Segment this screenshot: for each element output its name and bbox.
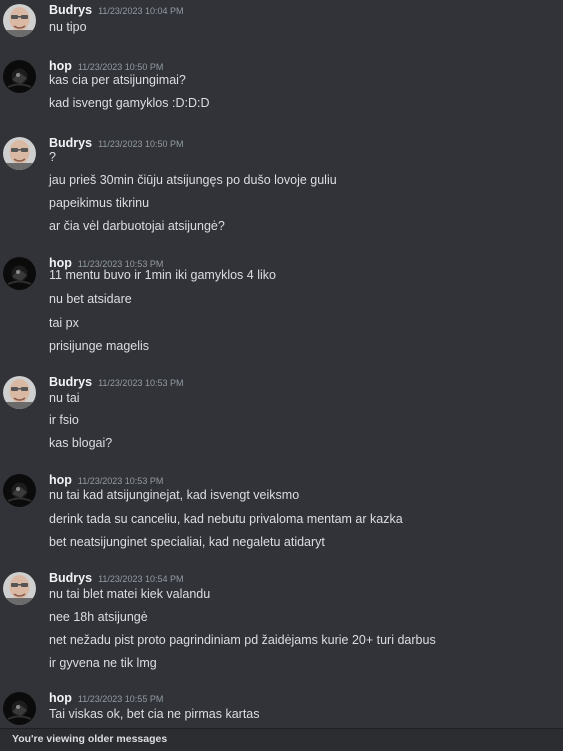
message-header: hop 11/23/2023 10:55 PM [49,689,163,707]
older-messages-text: You're viewing older messages [12,733,168,745]
message-text: nu bet atsidare [49,292,132,306]
message-header: hop 11/23/2023 10:53 PM [49,471,163,489]
message-text: ir fsio [49,413,79,427]
message-timestamp: 11/23/2023 10:54 PM [98,574,184,584]
message-text: derink tada su canceliu, kad nebutu priv… [49,512,403,526]
message-text: papeikimus tikrinu [49,196,150,210]
message-text: prisijunge magelis [49,339,150,353]
message-header: Budrys 11/23/2023 10:04 PM [49,1,183,19]
message-timestamp: 11/23/2023 10:50 PM [77,62,164,72]
hop-avatar[interactable] [3,257,36,290]
budrys-avatar[interactable] [3,376,36,409]
message-header: Budrys 11/23/2023 10:50 PM [49,134,183,152]
message-text: ? [49,150,56,164]
author-name[interactable]: Budrys [49,375,92,389]
hop-avatar[interactable] [3,692,36,725]
message-timestamp: 11/23/2023 10:04 PM [98,6,184,16]
message-text: ir gyvena ne tik lmg [49,656,157,670]
author-name[interactable]: Budrys [49,136,92,150]
author-name[interactable]: hop [49,691,72,705]
message-text: nu tipo [49,20,87,34]
author-name[interactable]: Budrys [49,571,92,585]
message-text: kad isvengt gamyklos :D:D:D [49,96,210,110]
message-text: 11 mentu buvo ir 1min iki gamyklos 4 lik… [49,268,276,282]
message-text: kas cia per atsijungimai? [49,73,186,87]
message-text: Tai viskas ok, bet cia ne pirmas kartas [49,707,260,721]
message-text: nee 18h atsijungė [49,610,148,624]
older-messages-banner[interactable]: You're viewing older messages [0,728,563,751]
message-timestamp: 11/23/2023 10:50 PM [98,139,184,149]
budrys-avatar[interactable] [3,137,36,170]
hop-avatar[interactable] [3,60,36,93]
message-text: nu tai kad atsijunginejat, kad isvengt v… [49,488,300,502]
message-header: Budrys 11/23/2023 10:54 PM [49,569,183,587]
message-header: Budrys 11/23/2023 10:53 PM [49,373,183,391]
message-timestamp: 11/23/2023 10:53 PM [77,476,164,486]
message-text: bet neatsijunginet specialiai, kad negal… [49,535,325,549]
author-name[interactable]: Budrys [49,3,92,17]
message-timestamp: 11/23/2023 10:53 PM [98,378,184,388]
message-text: kas blogai? [49,436,113,450]
message-text: nu tai blet matei kiek valandu [49,587,211,601]
message-text: ar čia vėl darbuotojai atsijungė? [49,219,225,233]
message-timestamp: 11/23/2023 10:55 PM [77,694,164,704]
author-name[interactable]: hop [49,473,72,487]
budrys-avatar[interactable] [3,572,36,605]
budrys-avatar[interactable] [3,4,36,37]
message-text: jau prieš 30min čiūju atsijungęs po dušo… [49,173,337,187]
message-text: tai px [49,316,79,330]
message-text: nu tai [49,391,80,405]
hop-avatar[interactable] [3,474,36,507]
author-name[interactable]: hop [49,59,72,73]
message-text: net nežadu pist proto pagrindiniam pd ža… [49,633,436,647]
